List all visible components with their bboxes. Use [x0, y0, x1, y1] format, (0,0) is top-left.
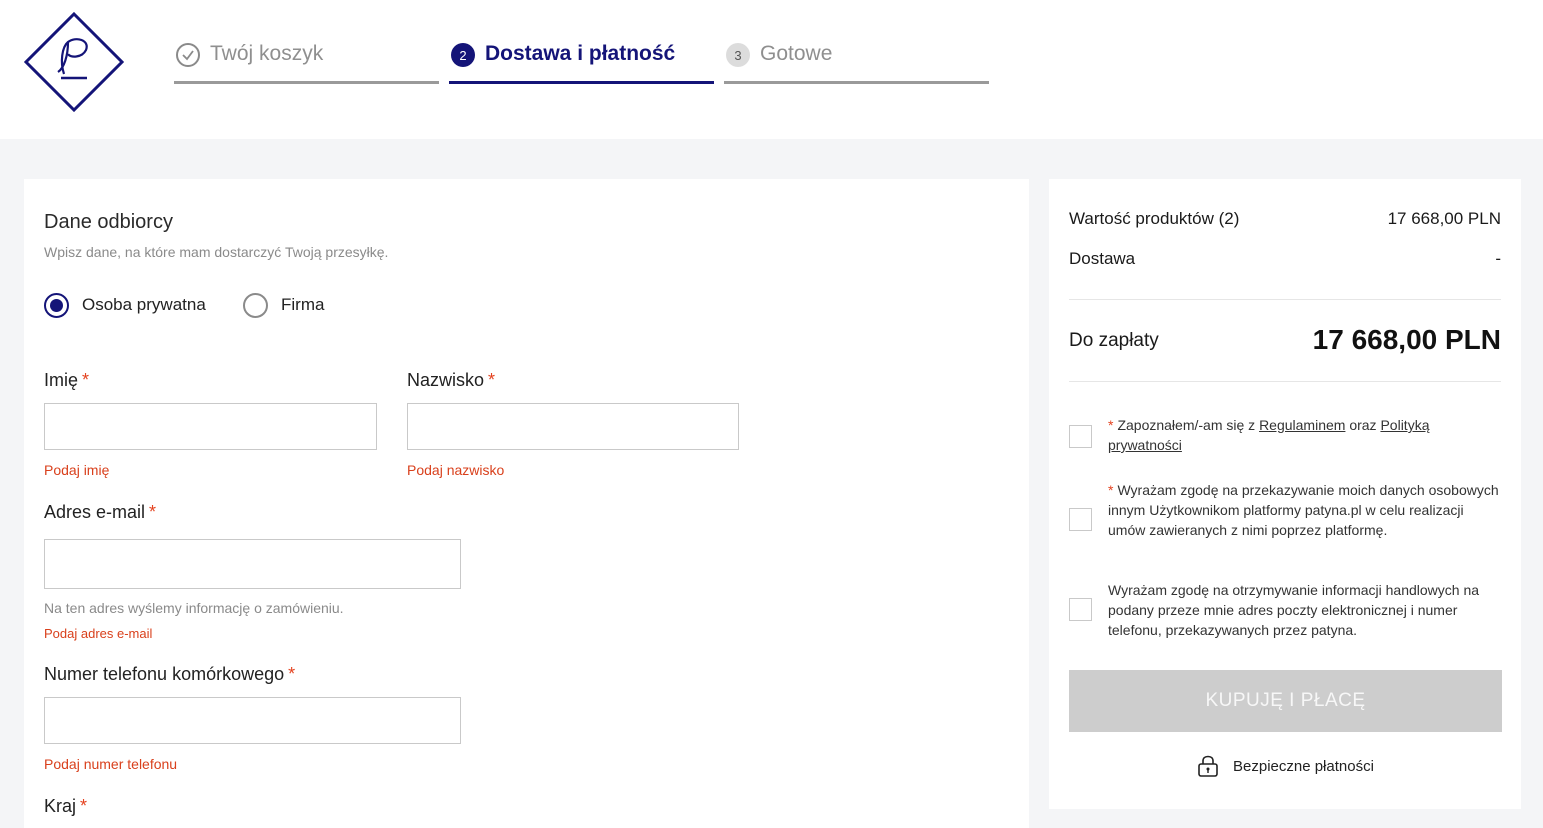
- form-subtitle: Wpisz dane, na które mam dostarczyć Twoj…: [44, 244, 389, 260]
- consent-marketing-text: Wyrażam zgodę na otrzymywanie informacji…: [1108, 582, 1480, 638]
- first-name-error: Podaj imię: [44, 462, 110, 478]
- phone-input[interactable]: [44, 697, 461, 744]
- required-mark: *: [149, 502, 157, 522]
- last-name-error: Podaj nazwisko: [407, 462, 505, 478]
- step-delivery-bar: [449, 81, 714, 84]
- secure-payments: Bezpieczne płatności: [1197, 755, 1374, 777]
- products-value-label: Wartość produktów (2): [1069, 209, 1240, 228]
- consent-data-sharing-body: Wyrażam zgodę na przekazywanie moich dan…: [1108, 482, 1499, 538]
- required-mark: *: [488, 370, 496, 390]
- email-error: Podaj adres e-mail: [44, 626, 153, 641]
- form-title: Dane odbiorcy: [44, 211, 173, 233]
- email-hint: Na ten adres wyślemy informację o zamówi…: [44, 600, 344, 616]
- email-input[interactable]: [44, 539, 461, 589]
- recipient-form: Dane odbiorcy Wpisz dane, na które mam d…: [24, 179, 1029, 828]
- phone-error: Podaj numer telefonu: [44, 756, 178, 772]
- required-mark: *: [288, 664, 296, 684]
- secure-payments-label: Bezpieczne płatności: [1233, 757, 1374, 775]
- email-label: Adres e-mail *: [44, 502, 156, 523]
- required-mark: *: [80, 796, 88, 816]
- first-name-label-text: Imię: [44, 370, 79, 390]
- email-label-text: Adres e-mail: [44, 502, 146, 522]
- step-done-number: 3: [726, 43, 750, 67]
- order-summary: Wartość produktów (2) 17 668,00 PLN Dost…: [1049, 179, 1521, 809]
- total-label: Do zapłaty: [1069, 330, 1159, 351]
- last-name-label: Nazwisko *: [407, 370, 495, 391]
- radio-company-label: Firma: [281, 295, 325, 314]
- delivery-value: -: [1495, 249, 1501, 268]
- step-done[interactable]: 3 Gotowe: [724, 40, 989, 84]
- terms-link[interactable]: Regulaminem: [1259, 417, 1345, 433]
- buy-and-pay-button[interactable]: KUPUJĘ I PŁACĘ: [1069, 670, 1502, 732]
- consent-terms-text: * Zapoznałem/-am się z Regulaminem oraz P…: [1108, 415, 1503, 455]
- country-label-text: Kraj: [44, 796, 77, 816]
- summary-divider: [1069, 299, 1501, 300]
- step-done-label: Gotowe: [760, 42, 833, 65]
- header: Twój koszyk 2 Dostawa i płatność 3 Gotow…: [0, 0, 1543, 139]
- consent-data-sharing-text: * Wyrażam zgodę na przekazywanie moich da…: [1108, 480, 1503, 540]
- check-icon: [176, 43, 200, 67]
- phone-label-text: Numer telefonu komórkowego: [44, 664, 285, 684]
- phone-label: Numer telefonu komórkowego *: [44, 664, 295, 685]
- consent-terms-before: Zapoznałem/-am się z: [1117, 417, 1260, 433]
- country-label: Kraj *: [44, 796, 87, 817]
- radio-private-circle[interactable]: [44, 292, 69, 318]
- required-mark: *: [82, 370, 90, 390]
- lock-icon: [1198, 755, 1218, 777]
- step-cart-label: Twój koszyk: [210, 42, 324, 65]
- patyna-logo-icon[interactable]: [24, 12, 124, 112]
- first-name-label: Imię *: [44, 370, 89, 391]
- consent-terms-middle: oraz: [1345, 417, 1381, 433]
- radio-private-person[interactable]: Osoba prywatna: [44, 292, 206, 318]
- step-delivery-number: 2: [451, 43, 475, 67]
- consent-terms-checkbox[interactable]: [1069, 425, 1092, 448]
- step-done-bar: [724, 81, 989, 84]
- total-value: 17 668,00 PLN: [1312, 324, 1501, 355]
- radio-private-label: Osoba prywatna: [82, 295, 206, 314]
- required-mark: *: [1108, 482, 1114, 498]
- step-delivery[interactable]: 2 Dostawa i płatność: [449, 40, 714, 84]
- step-cart[interactable]: Twój koszyk: [174, 40, 439, 84]
- first-name-input[interactable]: [44, 403, 377, 450]
- step-cart-bar: [174, 81, 439, 84]
- consent-marketing-checkbox[interactable]: [1069, 598, 1092, 621]
- delivery-label: Dostawa: [1069, 249, 1136, 268]
- radio-company-circle[interactable]: [243, 292, 268, 318]
- last-name-input[interactable]: [407, 403, 739, 450]
- last-name-label-text: Nazwisko: [407, 370, 485, 390]
- required-mark: *: [1108, 417, 1114, 433]
- consent-data-sharing-checkbox[interactable]: [1069, 508, 1092, 531]
- products-value: 17 668,00 PLN: [1387, 209, 1501, 228]
- summary-divider: [1069, 381, 1501, 382]
- step-delivery-label: Dostawa i płatność: [485, 42, 676, 65]
- radio-company[interactable]: Firma: [243, 292, 324, 318]
